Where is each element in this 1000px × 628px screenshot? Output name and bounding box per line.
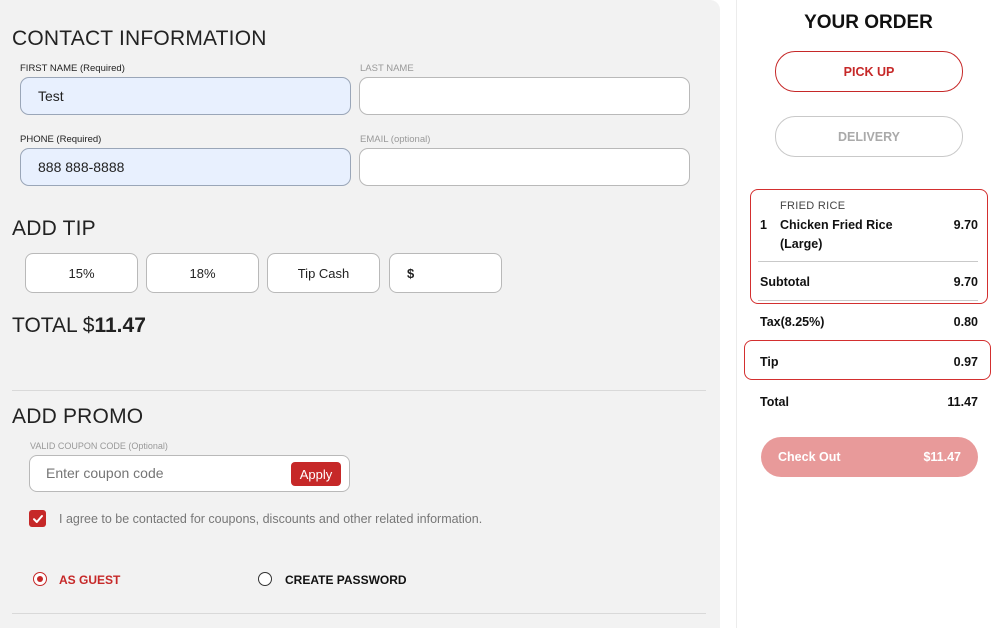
bottom-divider	[12, 613, 706, 614]
item-name: Chicken Fried Rice	[780, 218, 893, 232]
tax-value: 0.80	[953, 315, 978, 329]
order-title: YOUR ORDER	[804, 12, 933, 33]
checkout-amount: $11.47	[923, 450, 961, 464]
coupon-input[interactable]	[46, 465, 276, 481]
pickup-button[interactable]: PICK UP	[775, 51, 963, 92]
item-price: 9.70	[953, 218, 978, 232]
custom-tip-input[interactable]: $	[389, 253, 502, 293]
order-total-label: Total	[760, 395, 789, 409]
item-divider	[758, 261, 978, 262]
last-name-label: LAST NAME	[360, 63, 414, 74]
delivery-button[interactable]: DELIVERY	[775, 116, 963, 157]
subtotal-value: 9.70	[953, 275, 978, 289]
create-password-label[interactable]: CREATE PASSWORD	[285, 573, 407, 587]
dollar-prefix: $	[407, 265, 415, 281]
promo-section-title: ADD PROMO	[12, 405, 144, 428]
item-category: FRIED RICE	[780, 200, 846, 212]
email-label: EMAIL (optional)	[360, 134, 431, 145]
guest-radio[interactable]	[33, 572, 47, 586]
first-name-input[interactable]: Test	[20, 77, 351, 115]
checkmark-icon	[32, 514, 43, 523]
coupon-label: VALID COUPON CODE (Optional)	[30, 441, 168, 451]
tip-18-button[interactable]: 18%	[146, 253, 259, 293]
order-summary-panel: YOUR ORDER PICK UP DELIVERY FRIED RICE 1…	[737, 0, 1000, 628]
consent-text: I agree to be contacted for coupons, dis…	[59, 512, 483, 526]
subtotal-label: Subtotal	[760, 275, 810, 289]
total-amount: TOTAL $11.47	[12, 314, 146, 338]
phone-input[interactable]: 888 888-8888	[20, 148, 351, 186]
tax-label: Tax(8.25%)	[760, 315, 825, 329]
tip-value: 0.97	[953, 355, 978, 369]
order-total-value: 11.47	[947, 395, 978, 409]
first-name-label: FIRST NAME (Required)	[20, 63, 125, 74]
email-input[interactable]	[359, 148, 690, 186]
coupon-field: Apply	[29, 455, 350, 492]
checkout-label: Check Out	[778, 450, 841, 464]
last-name-input[interactable]	[359, 77, 690, 115]
tip-cash-button[interactable]: Tip Cash	[267, 253, 380, 293]
checkout-form-panel: CONTACT INFORMATION FIRST NAME (Required…	[0, 0, 720, 628]
section-divider	[12, 390, 706, 391]
create-password-radio[interactable]	[258, 572, 272, 586]
contact-section-title: CONTACT INFORMATION	[12, 27, 267, 50]
consent-checkbox[interactable]	[29, 510, 46, 527]
item-size: (Large)	[780, 237, 823, 251]
phone-label: PHONE (Required)	[20, 134, 102, 145]
apply-coupon-button[interactable]: Apply	[291, 462, 341, 486]
total-value: 11.47	[94, 314, 146, 337]
checkout-button[interactable]: Check Out $11.47	[761, 437, 978, 477]
item-quantity: 1	[760, 218, 767, 232]
guest-radio-label[interactable]: AS GUEST	[59, 573, 120, 587]
tip-label: Tip	[760, 355, 779, 369]
tip-15-button[interactable]: 15%	[25, 253, 138, 293]
tip-section-title: ADD TIP	[12, 217, 96, 240]
subtotal-divider	[758, 300, 978, 301]
total-label: TOTAL $	[12, 314, 95, 337]
